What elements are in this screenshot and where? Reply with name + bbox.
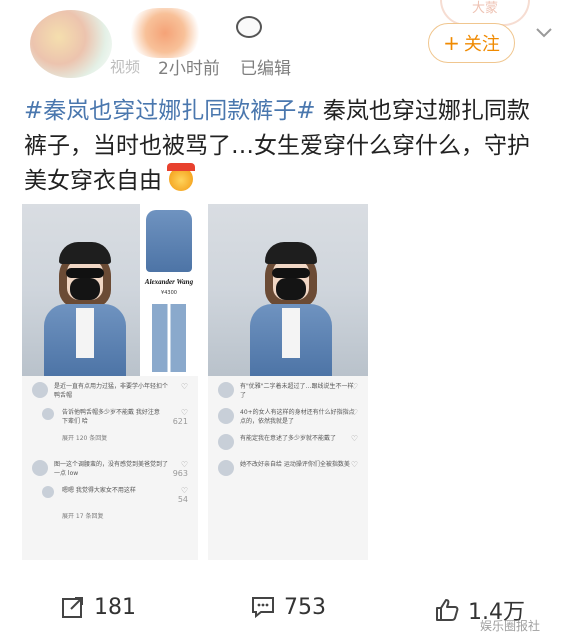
comment-item: 她不改好亲自给 运动操评你们全被指数美 ♡: [214, 460, 362, 480]
heart-icon: ♡: [180, 460, 188, 469]
comment-item: 40+的女人有这样的身材还有什么好指指点 点的，依然我就是了 ♡: [214, 408, 362, 428]
watermark: 娱乐圈报社: [480, 619, 541, 633]
thumbs-up-icon: [436, 599, 459, 621]
comment-item: 是近一直有点用力过猛，非要学小年轻扣个 鸭舌帽 ♡: [28, 382, 192, 402]
heart-icon: ♡: [350, 460, 358, 469]
username[interactable]: 视频: [110, 56, 140, 77]
product-price: ¥4300: [161, 290, 177, 296]
heart-icon: ♡: [350, 382, 358, 391]
comment-list: 有"优雅"二字着未超过了…跟线说生不一样了 ♡ 40+的女人有这样的身材还有什么好指…: [208, 378, 368, 560]
comment-like-count: 54: [177, 495, 188, 504]
avatar: [32, 382, 48, 398]
panda-icon: [236, 16, 262, 38]
heart-icon: ♡: [180, 408, 188, 417]
comment-text: 有"优雅"二字着未超过了…跟线说生不一样: [240, 383, 354, 390]
comment-item: 有能定我在意述了多少岁就不能戴了 ♡: [214, 434, 362, 454]
comment-list: 是近一直有点用力过猛，非要学小年轻扣个 鸭舌帽 ♡ 告诉他鸭舌帽多少岁不能戴 我好注意…: [22, 378, 198, 560]
comment-count: 753: [284, 594, 326, 620]
comment-like-count: 963: [172, 469, 188, 478]
person-figure: [250, 236, 332, 376]
denim-jacket-image: [146, 210, 192, 272]
comment-item: 告诉他鸭舌帽多少岁不能戴 我好注意 下辈们 哈 ♡ 621: [28, 408, 192, 428]
comment-text: 告诉他鸭舌帽多少岁不能戴 我好注意: [62, 409, 160, 416]
comment-text: 展开 17 条回复: [62, 513, 104, 520]
comment-text: 40+的女人有这样的身材还有什么好指指点: [240, 409, 355, 416]
heart-icon: ♡: [180, 382, 188, 391]
comment-text-cont: 点的，依然我就是了: [240, 418, 295, 425]
heart-icon: ♡: [180, 486, 188, 495]
follow-label: 关注: [463, 34, 500, 55]
avatar: [218, 408, 234, 424]
comment-item: 图一这个调腰蛮的，没有感觉到美爸觉到了 一点 low ♡ 963: [28, 460, 192, 480]
heart-icon: ♡: [350, 434, 358, 443]
angry-face-emoji-icon: [167, 163, 196, 191]
edit-status: 已编辑: [240, 59, 291, 79]
post-image-1[interactable]: Alexander Wang ¥4300 是近一直有点用力过猛，非要学小年轻扣个…: [22, 204, 198, 560]
comment-text: 图一这个调腰蛮的，没有感觉到美爸觉到了: [54, 461, 169, 468]
product-box: Alexander Wang ¥4300: [140, 204, 198, 376]
product-brand: Alexander Wang: [144, 278, 194, 286]
avatar: [218, 382, 234, 398]
hashtag-link[interactable]: #秦岚也穿过娜扎同款裤子#: [24, 98, 316, 124]
comment-item: 有"优雅"二字着未超过了…跟线说生不一样了 ♡: [214, 382, 362, 402]
post-image-2[interactable]: 有"优雅"二字着未超过了…跟线说生不一样了 ♡ 40+的女人有这样的身材还有什么好指…: [208, 204, 368, 560]
plus-icon: +: [443, 31, 460, 55]
post-text: #秦岚也穿过娜扎同款裤子# 秦岚也穿过娜扎同款裤子，当时也被骂了…女生爱穿什么穿…: [24, 94, 552, 199]
photo-scene: [208, 204, 368, 376]
post-header: 视频 2小时前 已编辑 大蒙 + 关注: [0, 0, 575, 92]
expand-replies-link[interactable]: 展开 17 条回复: [28, 512, 192, 532]
person-figure: [44, 236, 126, 376]
jeans-image: [152, 304, 186, 372]
heart-icon: ♡: [350, 408, 358, 417]
avatar[interactable]: [30, 10, 112, 78]
avatar: [42, 408, 54, 420]
avatar: [42, 486, 54, 498]
post-time: 2小时前: [158, 59, 220, 79]
comment-text-cont: 一点 low: [54, 470, 79, 477]
comment-icon: [252, 597, 274, 619]
avatar: [218, 434, 234, 450]
comment-button[interactable]: 753: [250, 594, 326, 620]
avatar: [218, 460, 234, 476]
comment-text: 嗯嗯 我觉得大家女不用这样: [62, 487, 136, 494]
chevron-down-icon[interactable]: [533, 22, 555, 44]
forward-count: 181: [94, 594, 136, 620]
share-icon: [62, 597, 83, 618]
forward-button[interactable]: 181: [60, 594, 136, 620]
comment-like-count: 621: [172, 417, 188, 426]
avatar-decoration: [130, 8, 200, 58]
comment-text-cont: 了: [240, 392, 247, 399]
comment-text-cont: 鸭舌帽: [54, 392, 73, 399]
comment-text: 展开 120 条回复: [62, 435, 108, 442]
comment-item: 嗯嗯 我觉得大家女不用这样 ♡ 54: [28, 486, 192, 506]
comment-text: 有能定我在意述了多少岁就不能戴了: [240, 435, 337, 442]
avatar: [32, 460, 48, 476]
comment-text: 是近一直有点用力过猛，非要学小年轻扣个: [54, 383, 169, 390]
follow-button[interactable]: + 关注: [428, 23, 515, 63]
expand-replies-link[interactable]: 展开 120 条回复: [28, 434, 192, 454]
comment-text: 她不改好亲自给 运动操评你们全被指数美: [240, 461, 350, 468]
